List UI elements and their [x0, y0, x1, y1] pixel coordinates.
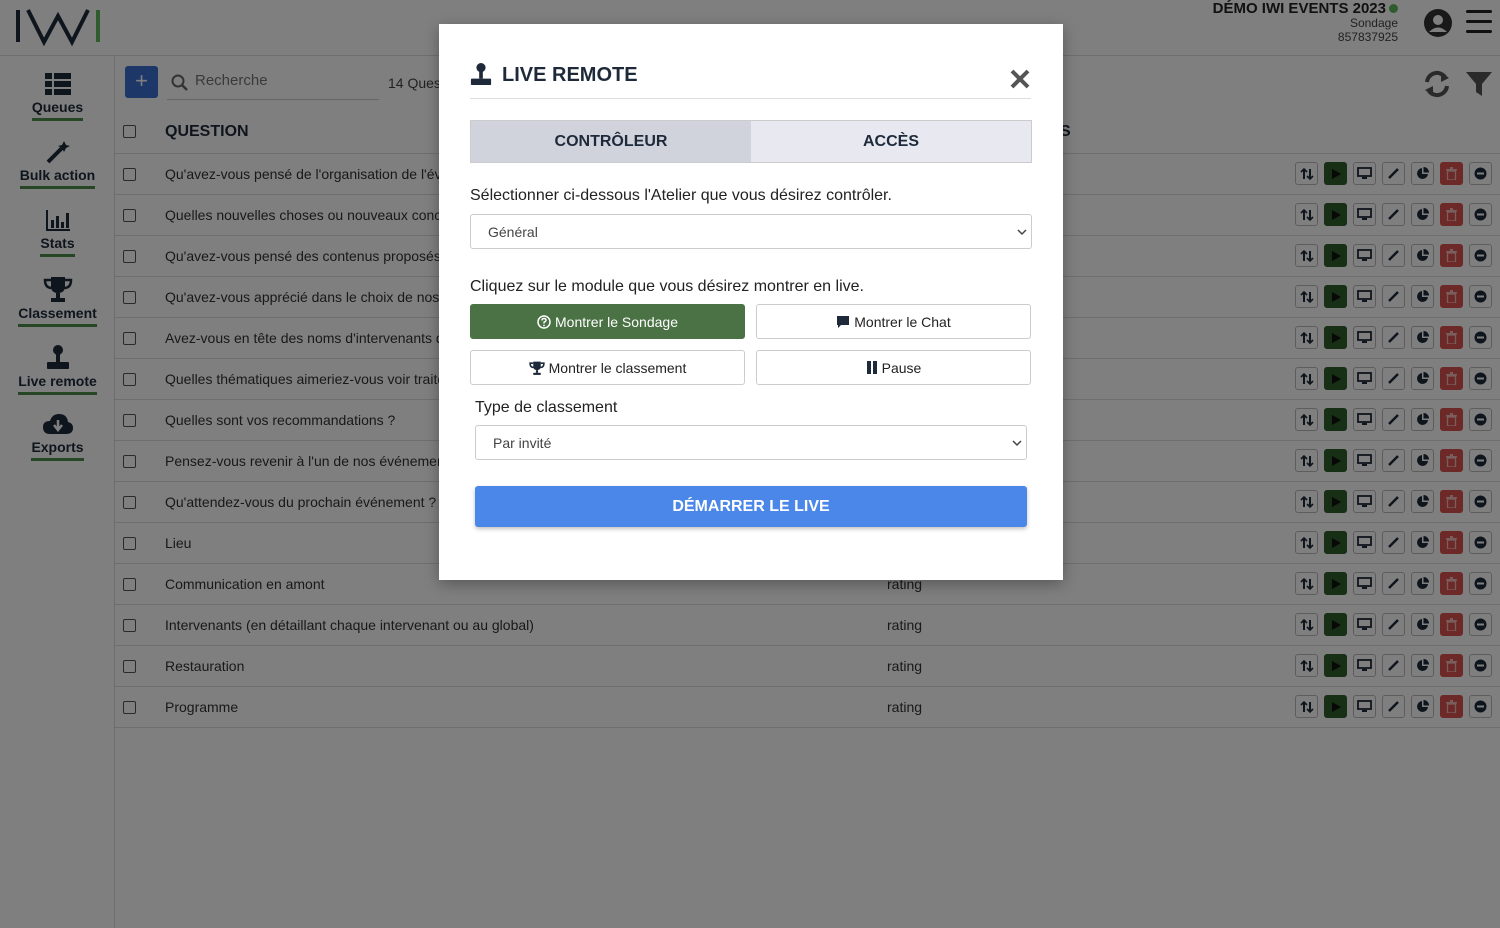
- show-ranking-button[interactable]: Montrer le classement: [470, 350, 745, 385]
- trophy-icon: [528, 361, 545, 375]
- chevron-down-icon: [1012, 440, 1022, 447]
- module-label: Cliquez sur le module que vous désirez m…: [470, 278, 864, 295]
- start-live-button[interactable]: DÉMARRER LE LIVE: [475, 486, 1027, 527]
- chat-icon: [837, 315, 850, 328]
- show-chat-label: Montrer le Chat: [854, 313, 951, 330]
- pause-icon: [866, 361, 877, 374]
- tab-acces[interactable]: ACCÈS: [751, 121, 1031, 162]
- modal-header: LIVE REMOTE: [470, 60, 1031, 99]
- modal-title: LIVE REMOTE: [502, 64, 638, 86]
- close-icon[interactable]: [1009, 68, 1031, 90]
- show-chat-button[interactable]: Montrer le Chat: [756, 304, 1031, 339]
- live-remote-modal: LIVE REMOTE CONTRÔLEUR ACCÈS Sélectionne…: [439, 24, 1063, 580]
- workshop-select-value: Général: [488, 224, 538, 240]
- pause-label: Pause: [881, 359, 922, 376]
- workshop-select[interactable]: Général: [470, 214, 1032, 249]
- question-circle-icon: [537, 314, 551, 329]
- show-ranking-label: Montrer le classement: [548, 359, 687, 376]
- tab-controleur[interactable]: CONTRÔLEUR: [471, 121, 751, 162]
- show-poll-label: Montrer le Sondage: [555, 313, 678, 330]
- ranking-type-label: Type de classement: [475, 399, 618, 416]
- workshop-select-label: Sélectionner ci-dessous l'Atelier que vo…: [470, 187, 892, 204]
- ranking-type-select[interactable]: Par invité: [475, 425, 1027, 460]
- show-poll-button[interactable]: Montrer le Sondage: [470, 304, 745, 339]
- chevron-down-icon: [1017, 229, 1027, 236]
- joystick-icon: [470, 63, 492, 85]
- pause-button[interactable]: Pause: [756, 350, 1031, 385]
- modal-tabs: CONTRÔLEUR ACCÈS: [470, 120, 1032, 163]
- ranking-type-value: Par invité: [493, 435, 552, 451]
